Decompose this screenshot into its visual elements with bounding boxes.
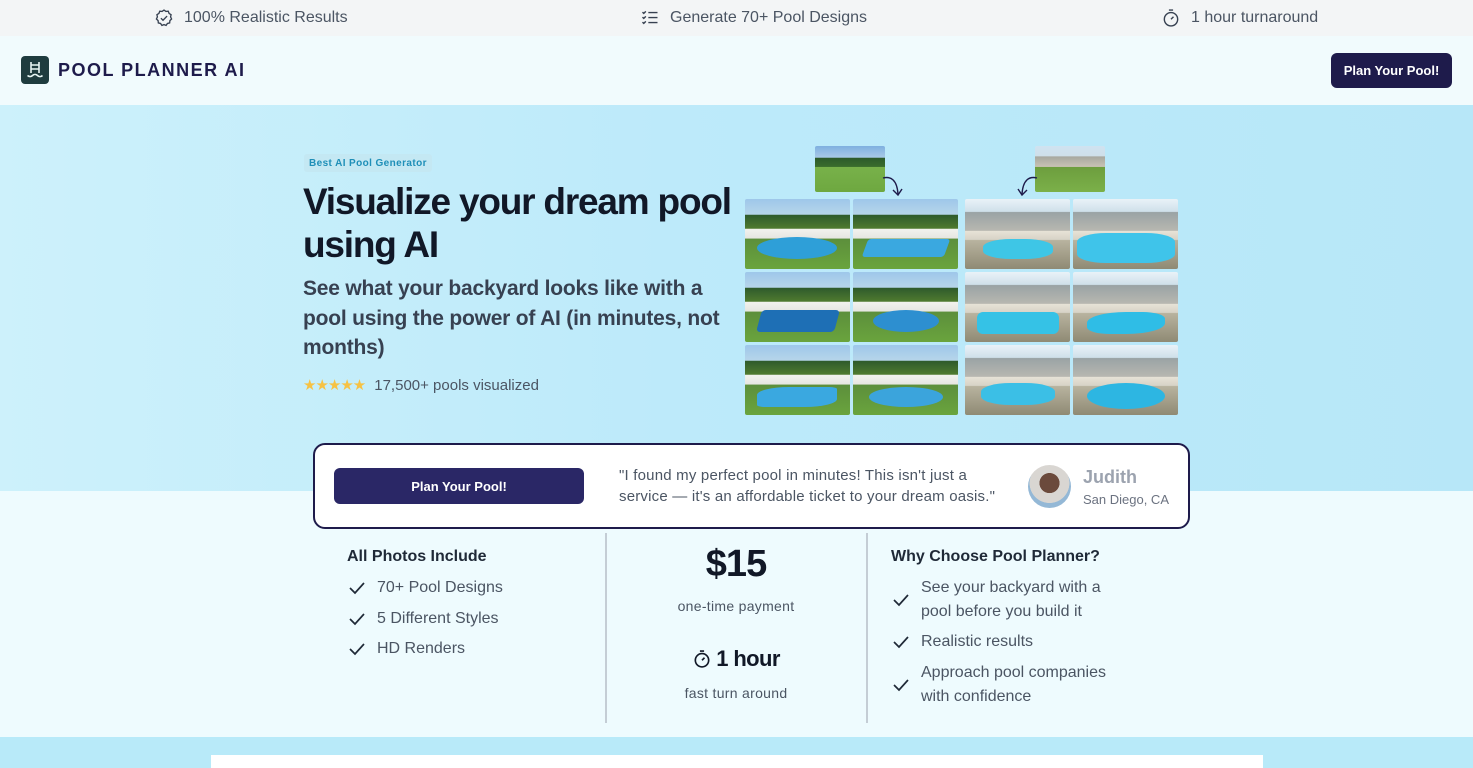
star-rating-icon: ★★★★★: [303, 377, 366, 394]
divider: [866, 533, 868, 723]
feature-label: Generate 70+ Pool Designs: [670, 9, 868, 26]
turnaround-note: fast turn around: [684, 685, 788, 701]
pool-render[interactable]: [745, 272, 850, 342]
list-item: See your backyard with a pool before you…: [891, 576, 1131, 624]
feature-turnaround: 1 hour turnaround: [1161, 0, 1318, 36]
pool-render[interactable]: [853, 272, 958, 342]
arrow-down-icon: [882, 176, 903, 197]
list-item-label: See your backyard with a pool before you…: [921, 579, 1101, 620]
list-item: 5 Different Styles: [347, 607, 499, 631]
hero-subtitle: See what your backyard looks like with a…: [303, 277, 720, 359]
pool-render[interactable]: [745, 345, 850, 415]
list-item-label: 5 Different Styles: [377, 610, 499, 627]
plan-pool-header-button[interactable]: Plan Your Pool!: [1331, 53, 1452, 88]
list-item-label: Approach pool companies with confidence: [921, 664, 1107, 705]
avatar: [1028, 465, 1071, 508]
site-header: POOL PLANNER AI Plan Your Pool!: [0, 36, 1473, 105]
features-bar: 100% Realistic Results Generate 70+ Pool…: [0, 0, 1473, 36]
price: $15: [705, 543, 767, 585]
pool-render[interactable]: [745, 199, 850, 269]
pool-render[interactable]: [965, 345, 1070, 415]
pool-render[interactable]: [965, 272, 1070, 342]
pool-render[interactable]: [1073, 272, 1178, 342]
logo[interactable]: POOL PLANNER AI: [21, 56, 246, 84]
list-item: Approach pool companies with confidence: [891, 661, 1131, 709]
feature-label: 1 hour turnaround: [1191, 9, 1319, 26]
checklist-icon: [641, 10, 658, 25]
check-icon: [893, 636, 909, 649]
pool-render[interactable]: [853, 199, 958, 269]
badge-check-icon: [155, 9, 173, 27]
list-item: HD Renders: [347, 637, 465, 661]
feature-label: 100% Realistic Results: [184, 9, 348, 26]
price-note: one-time payment: [677, 598, 795, 614]
hero-title: Visualize your dream pool using AI: [303, 181, 732, 265]
hero-badge: Best AI Pool Generator: [304, 154, 432, 172]
why-title: Why Choose Pool Planner?: [891, 548, 1100, 565]
logo-text: POOL PLANNER AI: [58, 59, 246, 80]
check-icon: [349, 613, 365, 626]
check-icon: [349, 643, 365, 656]
list-item-label: Realistic results: [921, 633, 1034, 650]
check-icon: [349, 582, 365, 595]
check-icon: [893, 679, 909, 692]
stopwatch-icon: [1163, 9, 1179, 27]
pool-render[interactable]: [1073, 345, 1178, 415]
next-section: [211, 755, 1263, 768]
pool-render[interactable]: [965, 199, 1070, 269]
feature-designs: Generate 70+ Pool Designs: [640, 0, 867, 36]
pool-render[interactable]: [1073, 199, 1178, 269]
turnaround: 1 hour: [606, 646, 866, 672]
list-item: 70+ Pool Designs: [347, 576, 503, 600]
turnaround-value: 1 hour: [716, 646, 780, 671]
plan-pool-button[interactable]: Plan Your Pool!: [334, 468, 584, 504]
pool-render[interactable]: [853, 345, 958, 415]
before-photo-modern: [815, 146, 885, 192]
hero-section: [0, 105, 1473, 491]
list-item-label: 70+ Pool Designs: [377, 579, 503, 596]
testimonial-location: San Diego, CA: [1083, 492, 1169, 507]
before-photo-house: [1035, 146, 1105, 192]
arrow-down-icon: [1017, 176, 1038, 197]
testimonial-quote: "I found my perfect pool in minutes! Thi…: [619, 467, 996, 505]
rating-text: 17,500+ pools visualized: [374, 376, 539, 394]
list-item-label: HD Renders: [377, 640, 466, 657]
check-icon: [893, 594, 909, 607]
pool-ladder-icon: [21, 56, 49, 84]
includes-title: All Photos Include: [347, 548, 487, 565]
feature-realistic: 100% Realistic Results: [154, 0, 348, 36]
stopwatch-icon: [694, 650, 710, 668]
testimonial-card: Plan Your Pool! "I found my perfect pool…: [313, 443, 1190, 529]
list-item: Realistic results: [891, 630, 1033, 654]
testimonial-name: Judith: [1083, 467, 1137, 487]
rating: ★★★★★ 17,500+ pools visualized: [303, 376, 539, 395]
